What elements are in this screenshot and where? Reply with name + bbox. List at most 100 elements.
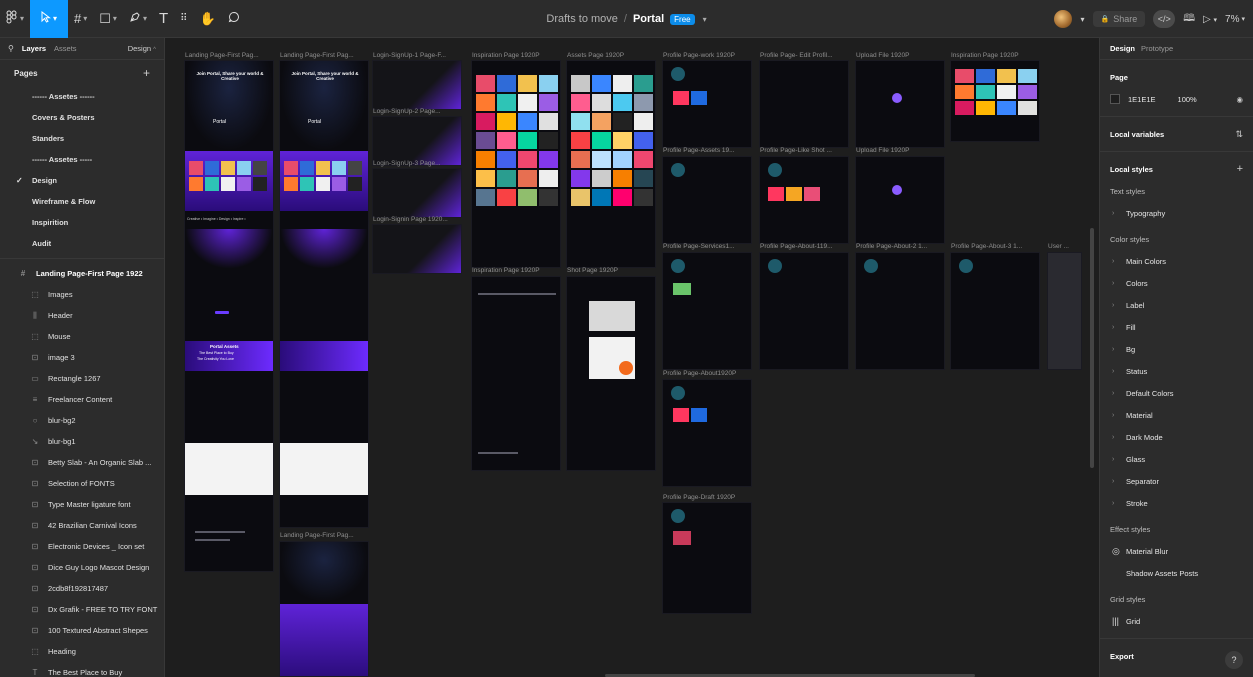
frame-label[interactable]: Profile Page-Draft 1920P: [663, 494, 735, 501]
layer-item[interactable]: ⬚ Heading: [0, 641, 164, 662]
shape-tool-button[interactable]: ☐ ▾: [93, 0, 123, 38]
frame-label[interactable]: Profile Page-work 1920P: [663, 52, 735, 59]
frame-label[interactable]: Landing Page-First Pag...: [185, 52, 259, 59]
hand-tool-button[interactable]: ✋: [193, 0, 221, 38]
frame-profile-assets[interactable]: [662, 156, 752, 244]
style-group-item[interactable]: › Label: [1100, 294, 1253, 316]
page-item[interactable]: Standers: [0, 128, 164, 149]
color-swatch[interactable]: [1110, 94, 1120, 104]
frame-label[interactable]: Login-Signin Page 1920...: [373, 216, 448, 223]
style-group-item[interactable]: › Bg: [1100, 338, 1253, 360]
frame-inspiration-3[interactable]: [950, 60, 1040, 142]
layer-item[interactable]: ⬚ Mouse: [0, 326, 164, 347]
present-button[interactable]: ▷ ▾: [1203, 14, 1217, 25]
frame-label[interactable]: Inspiration Page 1920P: [472, 267, 540, 274]
frame-shot-page[interactable]: [566, 276, 656, 471]
layer-item[interactable]: ⊡ Dx Grafik - FREE TO TRY FONT: [0, 599, 164, 620]
style-group-item[interactable]: › Main Colors: [1100, 250, 1253, 272]
frame-label[interactable]: Profile Page-About1920P: [663, 370, 736, 377]
frame-profile-about-3[interactable]: [950, 252, 1040, 370]
move-tool-button[interactable]: ▾: [30, 0, 69, 38]
project-name[interactable]: Drafts to move: [546, 13, 618, 25]
effect-style-item[interactable]: Shadow Assets Posts: [1100, 562, 1253, 584]
layer-item[interactable]: ≡ Freelancer Content: [0, 389, 164, 410]
page-item[interactable]: Wireframe & Flow: [0, 191, 164, 212]
resources-tool-button[interactable]: ⠿: [174, 0, 193, 38]
tab-layers[interactable]: Layers: [22, 44, 46, 53]
frame-label[interactable]: Login-SignUp-1 Page-F...: [373, 52, 446, 59]
frame-label[interactable]: Profile Page-Services1...: [663, 243, 735, 250]
layer-item[interactable]: ⊡ Dice Guy Logo Mascot Design: [0, 557, 164, 578]
layer-item[interactable]: ⊡ image 3: [0, 347, 164, 368]
layer-item[interactable]: ⊡ 2cdb8f192817487: [0, 578, 164, 599]
style-group-item[interactable]: › Status: [1100, 360, 1253, 382]
comment-tool-button[interactable]: [222, 0, 246, 38]
main-menu-button[interactable]: ▾: [0, 0, 30, 38]
page-item-current[interactable]: ✓ Design: [0, 170, 164, 191]
style-group-item[interactable]: › Stroke: [1100, 492, 1253, 514]
style-group-item[interactable]: › Material: [1100, 404, 1253, 426]
frame-inspiration-1[interactable]: [471, 60, 561, 268]
layer-root-frame[interactable]: # Landing Page-First Page 1922: [0, 263, 164, 284]
layer-item[interactable]: T The Best Place to Buy: [0, 662, 164, 677]
tab-design[interactable]: Design: [1110, 44, 1135, 53]
frame-label[interactable]: Profile Page-About-119...: [760, 243, 833, 250]
style-group-item[interactable]: › Default Colors: [1100, 382, 1253, 404]
layer-item[interactable]: ▭ Rectangle 1267: [0, 368, 164, 389]
frame-like-shot[interactable]: [759, 156, 849, 244]
eye-icon[interactable]: ◉: [1236, 95, 1243, 104]
frame-upload-1[interactable]: [855, 60, 945, 148]
chevron-down-icon[interactable]: ▾: [703, 15, 707, 24]
frame-label[interactable]: Profile Page-About-2 1...: [856, 243, 927, 250]
page-item[interactable]: Covers & Posters: [0, 107, 164, 128]
frame-profile-about[interactable]: [662, 379, 752, 487]
chevron-down-icon[interactable]: ▾: [1080, 15, 1084, 24]
frame-label[interactable]: Profile Page-About-3 1...: [951, 243, 1022, 250]
frame-label[interactable]: Profile Page- Edit Profil...: [760, 52, 833, 59]
style-group-item[interactable]: › Typography: [1100, 202, 1253, 224]
frame-landing-page-1[interactable]: Join Portal, Share your world & Creative…: [184, 60, 274, 572]
style-group-item[interactable]: › Colors: [1100, 272, 1253, 294]
frame-profile-draft[interactable]: [662, 502, 752, 614]
frame-inspiration-2[interactable]: [471, 276, 561, 471]
frame-label[interactable]: Shot Page 1920P: [567, 267, 618, 274]
frame-upload-2[interactable]: [855, 156, 945, 244]
effect-style-item[interactable]: ◎ Material Blur: [1100, 540, 1253, 562]
frame-profile-about-2[interactable]: [855, 252, 945, 370]
layer-item[interactable]: ⊡ 42 Brazilian Carnival Icons: [0, 515, 164, 536]
add-page-button[interactable]: +: [143, 66, 150, 80]
chevron-down-icon[interactable]: ▾: [1241, 15, 1245, 23]
frame-label[interactable]: User ...: [1048, 243, 1069, 250]
add-style-button[interactable]: +: [1237, 163, 1243, 175]
layer-item[interactable]: ⊡ Electronic Devices _ Icon set: [0, 536, 164, 557]
share-button[interactable]: 🔒 Share: [1092, 11, 1146, 27]
frame-profile-about-1[interactable]: [759, 252, 849, 370]
page-selector[interactable]: Design ^: [128, 44, 156, 53]
style-group-item[interactable]: › Separator: [1100, 470, 1253, 492]
page-color-row[interactable]: 1E1E1E 100% ◉: [1100, 88, 1253, 110]
grid-style-item[interactable]: ||| Grid: [1100, 610, 1253, 632]
layer-item[interactable]: ○ blur-bg2: [0, 410, 164, 431]
page-item[interactable]: ------ Assetes -----: [0, 149, 164, 170]
style-group-item[interactable]: › Glass: [1100, 448, 1253, 470]
file-name[interactable]: Portal: [633, 13, 664, 25]
frame-label[interactable]: Inspiration Page 1920P: [951, 52, 1019, 59]
dev-mode-toggle[interactable]: </>: [1153, 10, 1176, 28]
help-button[interactable]: ?: [1225, 651, 1243, 669]
frame-login-signin[interactable]: [372, 224, 462, 274]
pen-tool-button[interactable]: ▾: [123, 0, 153, 38]
frame-landing-page-3[interactable]: [279, 541, 369, 677]
frame-profile-work[interactable]: [662, 60, 752, 148]
design-canvas[interactable]: Landing Page-First Pag... Join Portal, S…: [165, 38, 1099, 677]
frame-label[interactable]: Profile Page-Assets 19...: [663, 147, 735, 154]
layer-item[interactable]: ⊡ Selection of FONTS: [0, 473, 164, 494]
style-group-item[interactable]: › Dark Mode: [1100, 426, 1253, 448]
frame-user[interactable]: [1047, 252, 1082, 370]
frame-label[interactable]: Upload File 1920P: [856, 147, 909, 154]
frame-landing-page-2[interactable]: Join Portal, Share your world & Creative…: [279, 60, 369, 528]
frame-label[interactable]: Inspiration Page 1920P: [472, 52, 540, 59]
layer-item[interactable]: ⬚ Images: [0, 284, 164, 305]
layer-item[interactable]: ⊡ Type Master ligature font: [0, 494, 164, 515]
zoom-level[interactable]: 7%: [1225, 14, 1239, 25]
page-item[interactable]: ------ Assetes ------: [0, 86, 164, 107]
